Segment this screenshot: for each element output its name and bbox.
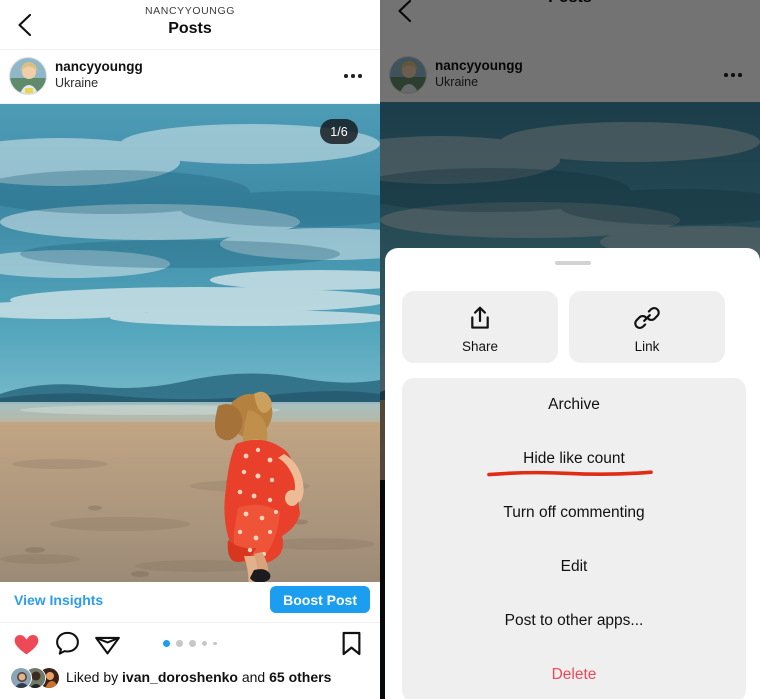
paper-plane-icon[interactable]	[93, 629, 122, 658]
options-menu-list: Archive Hide like count Turn off comment…	[402, 378, 746, 699]
post-actions-bar	[0, 623, 380, 663]
left-panel-post-view: NANCYYOUNGG Posts nancyyoungg Ukraine 1/…	[0, 0, 380, 699]
page-title: Posts	[168, 20, 212, 37]
bookmark-icon[interactable]	[337, 629, 366, 658]
likes-text: Liked by ivan_doroshenko and 65 others	[66, 669, 331, 685]
insights-bar: View Insights Boost Post	[0, 582, 380, 623]
menu-item-edit[interactable]: Edit	[402, 540, 746, 594]
link-button[interactable]: Link	[569, 291, 725, 363]
nav-subtitle: NANCYYOUNGG	[144, 5, 236, 17]
menu-item-delete[interactable]: Delete	[402, 648, 746, 699]
post-location[interactable]: Ukraine	[55, 76, 98, 90]
nav-titles: NANCYYOUNGG Posts	[0, 4, 380, 39]
options-bottom-sheet: Share Link Archive Hide like count Turn …	[385, 248, 760, 699]
carousel-counter-badge: 1/6	[320, 119, 358, 144]
likes-prefix: Liked by	[66, 669, 123, 685]
likes-row: Liked by ivan_doroshenko and 65 others	[0, 663, 380, 699]
likes-others-count[interactable]: 65 others	[269, 669, 331, 685]
menu-item-archive[interactable]: Archive	[402, 378, 746, 432]
chain-link-icon	[633, 304, 661, 332]
heart-filled-icon[interactable]	[12, 629, 41, 658]
avatar[interactable]	[9, 57, 47, 95]
dual-screenshot: NANCYYOUNGG Posts nancyyoungg Ukraine 1/…	[0, 0, 760, 699]
post-header: nancyyoungg Ukraine	[0, 50, 380, 104]
more-options-icon[interactable]	[336, 62, 370, 90]
liker-username[interactable]: ivan_doroshenko	[122, 669, 238, 685]
boost-post-button[interactable]: Boost Post	[270, 586, 370, 613]
link-button-label: Link	[634, 339, 660, 354]
drag-handle[interactable]	[554, 261, 591, 265]
liker-avatar-1	[10, 667, 32, 689]
menu-item-post-to-other-apps[interactable]: Post to other apps...	[402, 594, 746, 648]
post-username[interactable]: nancyyoungg	[55, 59, 143, 74]
share-upload-icon	[466, 304, 494, 332]
quick-actions-row: Share Link	[402, 291, 725, 363]
right-panel-options-sheet: Posts nancyyoungg Ukraine	[380, 0, 760, 699]
menu-item-turn-off-commenting[interactable]: Turn off commenting	[402, 486, 746, 540]
navigation-bar: NANCYYOUNGG Posts	[0, 0, 380, 50]
comment-bubble-icon[interactable]	[53, 629, 82, 658]
liker-avatars[interactable]	[10, 667, 68, 693]
share-button[interactable]: Share	[402, 291, 558, 363]
menu-item-hide-like-count[interactable]: Hide like count	[402, 432, 746, 486]
view-insights-link[interactable]: View Insights	[14, 592, 103, 608]
likes-middle: and	[237, 669, 270, 685]
post-photo[interactable]: 1/6	[0, 104, 380, 582]
share-button-label: Share	[461, 339, 499, 354]
